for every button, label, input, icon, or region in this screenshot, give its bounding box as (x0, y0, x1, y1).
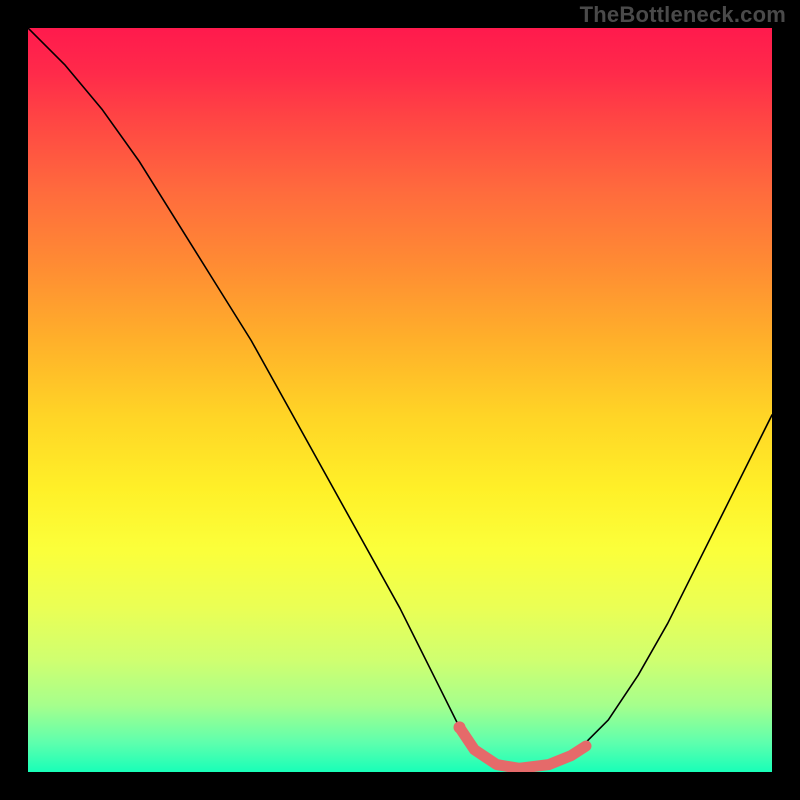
curve-line (28, 28, 772, 768)
plot-area (28, 28, 772, 772)
highlight-segment (460, 727, 587, 768)
highlight-start-dot (454, 721, 466, 733)
chart-svg (28, 28, 772, 772)
watermark-text: TheBottleneck.com (580, 2, 786, 28)
